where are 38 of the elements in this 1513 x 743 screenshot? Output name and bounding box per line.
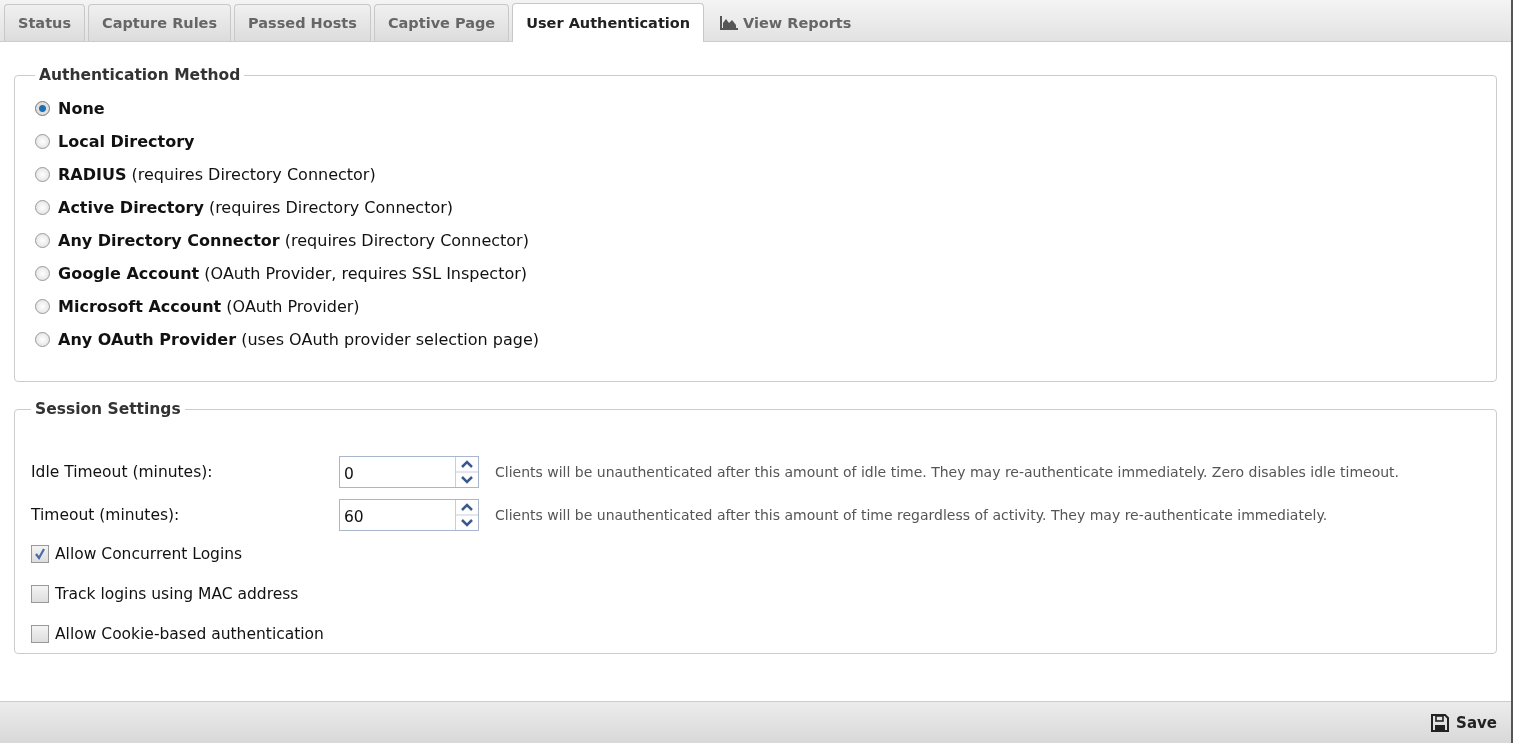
field-label: Timeout (minutes): <box>31 506 181 524</box>
radio-button[interactable] <box>35 266 50 282</box>
checkbox[interactable] <box>31 545 49 563</box>
checkbox-label: Allow Cookie-based authentication <box>55 625 324 643</box>
radio-label: Google Account (OAuth Provider, requires SSL Inspector) <box>58 264 527 284</box>
radio-label: Microsoft Account (OAuth Provider) <box>58 297 360 317</box>
checkbox-label: Allow Concurrent Logins <box>55 545 243 563</box>
field-label: Idle Timeout (minutes): <box>31 463 214 481</box>
radio-button[interactable] <box>35 134 50 150</box>
panel-legend: Session Settings <box>31 400 185 418</box>
checkbox[interactable] <box>31 585 49 603</box>
tab[interactable]: View Reports <box>707 4 865 41</box>
panel-legend: Authentication Method <box>35 66 245 84</box>
radio-label: None <box>58 99 105 119</box>
number-field[interactable]: 60 <box>339 499 479 531</box>
tab[interactable]: Status <box>4 4 86 41</box>
tab[interactable]: Passed Hosts <box>234 4 371 41</box>
chart-icon <box>720 15 739 30</box>
radio-label: Local Directory <box>58 132 195 152</box>
radio-label: Any OAuth Provider (uses OAuth provider selection page) <box>58 330 539 350</box>
tab[interactable]: User Authentication <box>512 3 705 42</box>
field-hint: Clients will be unauthenticated after this amount of time regardless of activity. They may re-authenticate immediately. <box>495 507 1328 523</box>
tab[interactable]: Capture Rules <box>88 4 232 41</box>
radio-button[interactable] <box>35 299 50 315</box>
tab[interactable]: Captive Page <box>373 4 510 41</box>
radio-button[interactable] <box>35 167 50 183</box>
number-field[interactable]: 0 <box>339 456 479 488</box>
radio-button[interactable] <box>35 332 50 348</box>
field-hint: Clients will be unauthenticated after this amount of idle time. They may re-authenticate immediately. Zero disables idle timeout. <box>495 464 1400 480</box>
radio-label: RADIUS (requires Directory Connector) <box>58 165 376 185</box>
radio-label: Active Directory (requires Directory Connector) <box>58 198 454 218</box>
save-button[interactable]: Save <box>1426 708 1501 737</box>
radio-button[interactable] <box>35 200 50 216</box>
checkbox[interactable] <box>31 625 49 643</box>
radio-label: Any Directory Connector (requires Directory Connector) <box>58 231 529 251</box>
radio-button[interactable] <box>35 233 50 249</box>
radio-button[interactable] <box>35 101 50 117</box>
checkbox-label: Track logins using MAC address <box>55 585 299 603</box>
